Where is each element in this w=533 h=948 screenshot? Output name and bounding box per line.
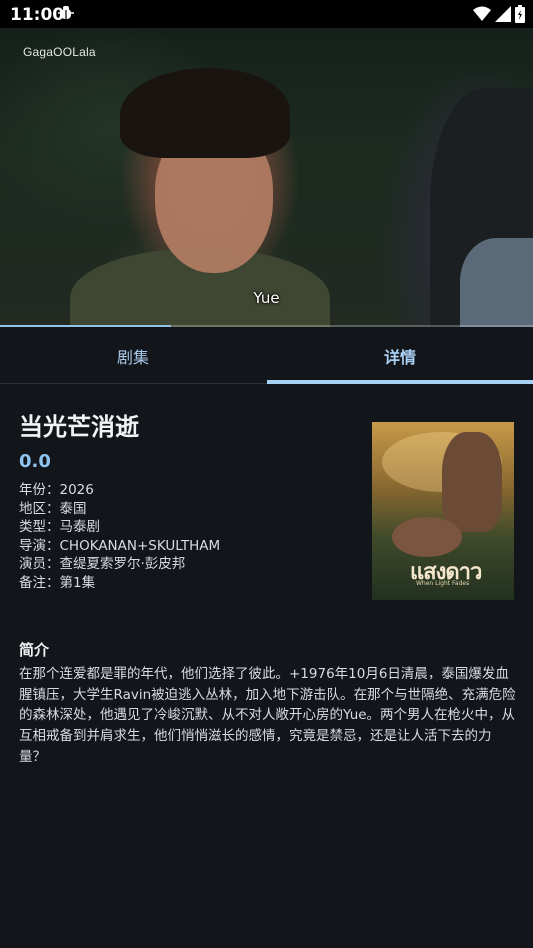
info-region: 地区：泰国 bbox=[19, 500, 87, 517]
signal-icon bbox=[495, 6, 511, 22]
info-genre: 类型：马泰剧 bbox=[19, 519, 100, 536]
bug-icon bbox=[58, 6, 74, 19]
status-bar: 11:00 bbox=[0, 0, 533, 28]
tab-episodes[interactable]: 剧集 bbox=[0, 327, 266, 384]
battery-icon bbox=[515, 5, 525, 23]
status-icons bbox=[473, 5, 525, 23]
poster-tagline: When Light Fades bbox=[416, 580, 470, 587]
video-subtitle: Yue bbox=[253, 289, 280, 307]
poster-image: แสงดาว When Light Fades bbox=[372, 422, 514, 600]
drama-title: 当光芒消逝 bbox=[19, 413, 139, 441]
info-director: 导演：CHOKANAN+SKULTHAM bbox=[19, 537, 221, 554]
synopsis-text: 在那个连爱都是罪的年代，他们选择了彼此。+1976年10月6日清晨，泰国爆发血腥… bbox=[19, 666, 516, 765]
info-cast: 演员：查缇夏索罗尔·彭皮邦 bbox=[19, 556, 186, 573]
info-list: 年份：2026 地区：泰国 类型：马泰剧 导演：CHOKANAN+SKULTHA… bbox=[19, 481, 220, 593]
active-tab-indicator bbox=[267, 380, 533, 384]
synopsis-heading: 简介 bbox=[19, 641, 50, 659]
tab-bar: 剧集 详情 bbox=[0, 327, 533, 384]
wifi-icon bbox=[473, 6, 491, 21]
poster-figure bbox=[442, 432, 502, 532]
video-scene-figure bbox=[120, 68, 290, 158]
channel-logo: GagaOOLala bbox=[23, 45, 96, 59]
info-note: 备注：第1集 bbox=[19, 574, 96, 591]
status-time: 11:00 bbox=[10, 5, 65, 25]
video-player[interactable]: GagaOOLala Yue bbox=[0, 28, 533, 327]
video-scene-figure bbox=[460, 238, 533, 327]
info-year: 年份：2026 bbox=[19, 482, 94, 498]
rating-score: 0.0 bbox=[19, 451, 51, 472]
tab-details[interactable]: 详情 bbox=[267, 327, 533, 384]
poster-figure bbox=[392, 517, 462, 557]
